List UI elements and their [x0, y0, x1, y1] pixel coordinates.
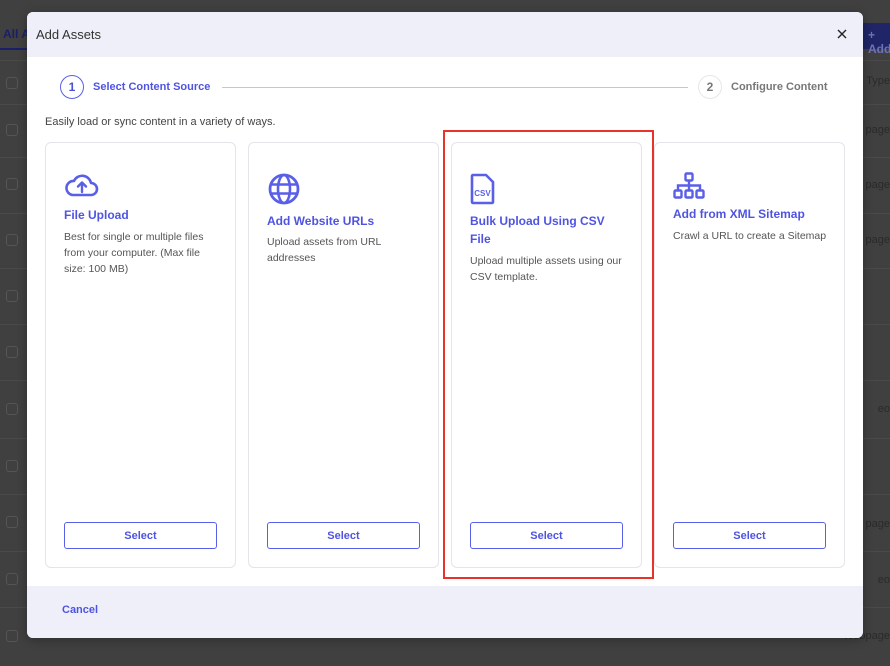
bg-checkbox	[6, 234, 18, 246]
select-bulk-upload-csv-button[interactable]: Select	[470, 522, 623, 549]
card-file-upload: File Upload Best for single or multiple …	[45, 142, 236, 568]
step-connector	[222, 87, 688, 88]
bg-cell-media-type: page	[865, 179, 890, 191]
bg-tab-underline	[0, 48, 27, 50]
select-file-upload-button[interactable]: Select	[64, 522, 217, 549]
csv-file-icon: CSV	[470, 173, 495, 205]
step-number: 1	[60, 75, 84, 99]
select-xml-sitemap-button[interactable]: Select	[673, 522, 826, 549]
step-number: 2	[698, 75, 722, 99]
bg-checkbox	[6, 403, 18, 415]
bg-cell-media-type: page	[865, 124, 890, 136]
bg-cell-media-type: eo	[877, 574, 890, 586]
card-title: File Upload	[64, 208, 129, 222]
step-label: Select Content Source	[93, 81, 211, 93]
bg-cell-media-type: page	[865, 518, 890, 530]
svg-text:CSV: CSV	[474, 189, 491, 198]
bg-checkbox	[6, 573, 18, 585]
sitemap-icon	[673, 172, 705, 199]
step-label: Configure Content	[731, 81, 828, 93]
bg-checkbox	[6, 178, 18, 190]
bg-checkbox	[6, 77, 18, 89]
bg-checkbox	[6, 516, 18, 528]
card-title: Bulk Upload Using CSV File	[470, 214, 605, 246]
globe-icon	[268, 173, 300, 205]
card-add-xml-sitemap: Add from XML Sitemap Crawl a URL to crea…	[654, 142, 845, 568]
modal-footer: Cancel	[27, 586, 863, 638]
bg-checkbox	[6, 630, 18, 642]
cloud-upload-icon	[65, 174, 99, 197]
card-description: Best for single or multiple files from y…	[64, 231, 204, 275]
cancel-button[interactable]: Cancel	[62, 604, 98, 616]
card-title: Add from XML Sitemap	[673, 207, 805, 221]
bg-checkbox	[6, 124, 18, 136]
bg-checkbox	[6, 290, 18, 302]
card-title: Add Website URLs	[267, 214, 375, 228]
card-description: Upload assets from URL addresses	[267, 236, 381, 264]
card-description: Upload multiple assets using our CSV tem…	[470, 255, 622, 283]
bg-checkbox	[6, 460, 18, 472]
select-website-urls-button[interactable]: Select	[267, 522, 420, 549]
modal-title: Add Assets	[36, 27, 102, 42]
intro-text: Easily load or sync content in a variety…	[45, 116, 276, 128]
modal-header: Add Assets	[27, 12, 863, 57]
card-add-website-urls: Add Website URLs Upload assets from URL …	[248, 142, 439, 568]
card-description: Crawl a URL to create a Sitemap	[673, 230, 827, 242]
card-bulk-upload-csv: CSV Bulk Upload Using CSV File Upload mu…	[451, 142, 642, 568]
bg-cell-media-type: page	[865, 234, 890, 246]
stepper: 1 Select Content Source 2 Configure Cont…	[60, 75, 830, 101]
close-button[interactable]	[833, 25, 851, 43]
bg-add-button: + Add	[860, 23, 890, 56]
bg-cell-media-type: eo	[877, 403, 890, 415]
close-icon	[837, 29, 847, 39]
bg-checkbox	[6, 346, 18, 358]
step-configure-content: 2 Configure Content	[698, 75, 828, 99]
add-assets-modal: Add Assets 1 Select Content Source 2 Con…	[27, 12, 863, 638]
step-select-content-source: 1 Select Content Source	[60, 75, 210, 99]
bg-tab-all-assets: All A	[3, 27, 30, 41]
